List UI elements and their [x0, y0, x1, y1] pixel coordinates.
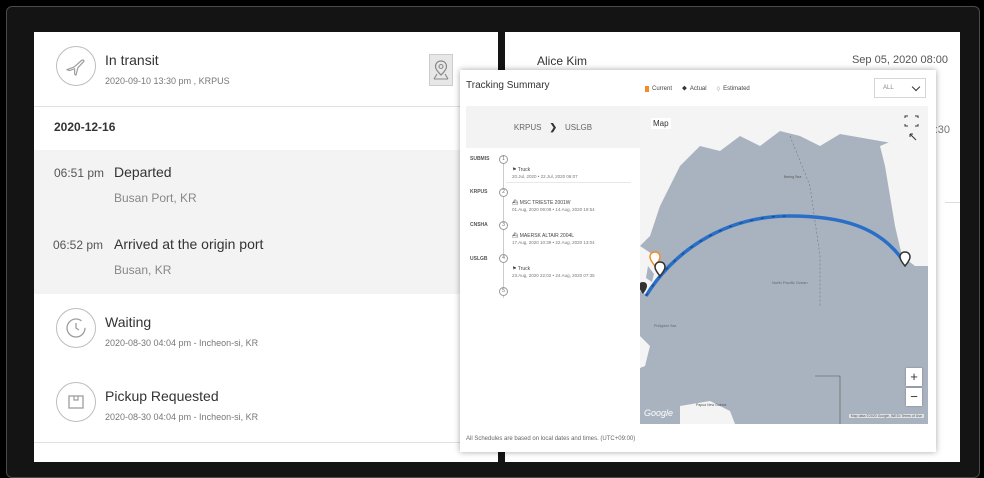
- zoom-in-button[interactable]: +: [906, 368, 922, 386]
- event-list: 06:51 pm Departed Busan Port, KR 06:52 p…: [34, 150, 498, 295]
- status-subtitle: 2020-08-30 04:04 pm - Incheon-si, KR: [105, 412, 259, 422]
- timezone-note: All Schedules are based on local dates a…: [466, 436, 636, 442]
- step-number: 1: [499, 155, 508, 164]
- contact-name: Alice Kim: [537, 54, 588, 68]
- map-pin-button[interactable]: [429, 54, 453, 86]
- event-title: Arrived at the origin port: [114, 236, 264, 252]
- airplane-icon: [56, 46, 96, 86]
- leg-dates: 01.Aug, 2020 09:08 • 14.Aug, 2020 19:54: [512, 207, 595, 212]
- step-number: 4: [499, 254, 508, 263]
- svg-text:Papua New Guinea: Papua New Guinea: [696, 403, 726, 407]
- svg-text:Bering Sea: Bering Sea: [784, 175, 801, 179]
- modal-title: Tracking Summary: [466, 80, 550, 91]
- port-code: KRPUS: [470, 189, 488, 195]
- leg-dates: 17.Aug, 2020 10:39 • 22.Aug, 2020 13:04: [512, 240, 595, 245]
- step-number: 2: [499, 188, 508, 197]
- timeline-panel: In transit 2020-09-10 13:30 pm , KRPUS 2…: [34, 32, 498, 462]
- event-time: 06:51 pm: [54, 166, 105, 180]
- leg-mode: ⛴ MAERSK ALTAIR 2004L: [512, 233, 575, 239]
- map-canvas: Bering Sea North Pacific Ocean Philippin…: [640, 106, 928, 424]
- google-logo: Google: [644, 408, 674, 418]
- status-subtitle: 2020-08-30 04:04 pm - Incheon-si, KR: [105, 338, 259, 348]
- port-code: CNSHA: [470, 222, 488, 228]
- contact-date: Sep 05, 2020 08:00: [851, 54, 948, 66]
- chevron-right-icon: ❯: [549, 121, 557, 132]
- event-title: Departed: [114, 164, 172, 180]
- route-header: KRPUS ❯ USLGB: [466, 106, 640, 148]
- date-header: 2020-12-16: [34, 106, 498, 151]
- destination-marker: [899, 251, 911, 268]
- pin-outline-icon: ◊: [716, 85, 721, 93]
- leg-mode: ⚑ Truck: [512, 167, 531, 173]
- step-number: 5: [499, 287, 508, 296]
- status-pickup-requested: Pickup Requested 2020-08-30 04:04 pm - I…: [34, 368, 498, 443]
- status-title: In transit: [105, 52, 159, 68]
- svg-text:North Pacific Ocean: North Pacific Ocean: [772, 280, 808, 285]
- svg-text:Philippine Sea: Philippine Sea: [654, 324, 676, 328]
- event-location: Busan, KR: [114, 263, 172, 277]
- status-subtitle: 2020-09-10 13:30 pm , KRPUS: [105, 76, 230, 86]
- package-icon: [56, 382, 96, 422]
- status-title: Pickup Requested: [105, 388, 219, 404]
- leg-dates: 20.Jul, 2020 • 22.Jul, 2020 06:07: [512, 174, 578, 179]
- status-title: Waiting: [105, 314, 152, 330]
- status-in-transit: In transit 2020-09-10 13:30 pm , KRPUS: [34, 32, 498, 107]
- status-waiting: Waiting 2020-08-30 04:04 pm - Incheon-si…: [34, 294, 498, 369]
- leg-dates: 23.Aug, 2020 22:02 • 24.Aug, 2020 07:35: [512, 273, 595, 278]
- event-time: 06:52 pm: [53, 238, 104, 252]
- clock-icon: [56, 308, 96, 348]
- legend-actual: ⬥ Actual: [682, 85, 707, 92]
- route-destination: USLGB: [564, 122, 593, 132]
- divider: [506, 182, 631, 183]
- pin-icon: ⬥: [682, 85, 687, 92]
- chevron-down-icon: [911, 82, 921, 92]
- map-credit[interactable]: Map data ©2020 Google, INEGI Terms of Us…: [848, 414, 924, 418]
- step-number: 3: [499, 221, 508, 230]
- legend-estimated: ◊ Estimated: [716, 85, 750, 93]
- port-code: USLGB: [470, 256, 488, 262]
- event-location: Busan Port, KR: [114, 191, 197, 205]
- map-pin-icon: [433, 60, 449, 80]
- tracking-summary-modal: Tracking Summary Current ⬥ Actual ◊ Estima…: [460, 70, 936, 452]
- zoom-out-button[interactable]: −: [906, 388, 922, 406]
- route-map[interactable]: Bering Sea North Pacific Ocean Philippin…: [640, 106, 928, 424]
- legend-current: Current: [645, 86, 672, 92]
- leg-mode: ⛴ MSC TRIESTE 2001W: [512, 200, 571, 206]
- map-legend: Current ⬥ Actual ◊ Estimated: [645, 85, 750, 93]
- map-type-label[interactable]: Map: [651, 118, 671, 129]
- leg-mode: ⚑ Truck: [512, 266, 531, 272]
- filter-select[interactable]: ALL: [874, 78, 926, 98]
- port-code: SUBMIS: [470, 156, 490, 162]
- route-origin: KRPUS: [513, 122, 542, 132]
- divider: [945, 202, 960, 203]
- date-header-text: 2020-12-16: [54, 120, 116, 134]
